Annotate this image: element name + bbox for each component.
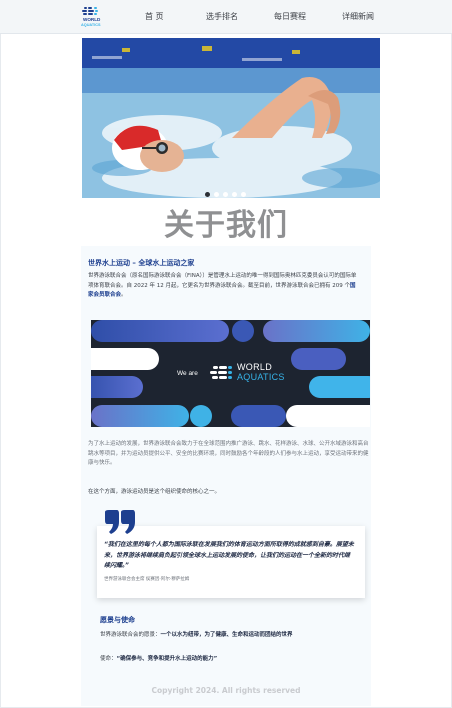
athletes-paragraph: 在这个方面，游泳运动员是这个组织使命的核心之一。 (88, 489, 221, 495)
mission-label: 使命： (100, 656, 117, 662)
mission-text: “确保参与、竞争和提升水上运动的能力” (116, 656, 218, 662)
about-intro-text: 世界游泳联合会（原名国际游泳联合会（FINA））是管理水上运动的唯一得到国际奥林… (88, 273, 357, 289)
swimmer-photo (82, 38, 380, 198)
nav-rankings[interactable]: 选手排名 (206, 11, 238, 22)
nav-home[interactable]: 首 页 (145, 11, 164, 22)
quote-author: 世界游泳联合会主席 侯赛因·阿尔·穆萨拉姆 (104, 577, 190, 582)
vision-section-title: 愿景与使命 (100, 616, 135, 624)
about-section-title: 世界水上运动 – 全球水上运动之家 (88, 259, 195, 267)
vision-text: 一个以水为纽带，为了健康、生命和运动而团结的世界 (160, 632, 293, 638)
we-are-world-aquatics-banner: We are WORLD AQUATICS (91, 320, 370, 427)
carousel-dot-1[interactable] (205, 192, 210, 197)
hero-carousel-image[interactable] (82, 38, 380, 198)
logo-word-aquatics: AQUATICS (81, 23, 101, 27)
nav-news[interactable]: 详细新闻 (342, 11, 374, 22)
carousel-dot-2[interactable] (214, 192, 219, 197)
quote-icon (105, 510, 135, 534)
mission-statement: 使命：“确保参与、竞争和提升水上运动的能力” (100, 655, 370, 665)
banner-graphic (91, 320, 370, 427)
nav-schedule[interactable]: 每日赛程 (274, 11, 306, 22)
carousel-dot-5[interactable] (241, 192, 246, 197)
world-aquatics-logo[interactable]: WORLD AQUATICS (80, 4, 112, 30)
about-intro-end: 。 (121, 292, 127, 298)
top-nav: WORLD AQUATICS 首 页 选手排名 每日赛程 详细新闻 (0, 0, 452, 34)
logo-word-world: WORLD (83, 17, 101, 22)
page-title: 关于我们 (164, 208, 288, 243)
banner-we-are: We are (177, 370, 198, 377)
banner-aquatics: AQUATICS (237, 372, 285, 382)
vision-paragraph: 世界游泳联合会的愿景：一个以水为纽带，为了健康、生命和运动而团结的世界 (100, 631, 370, 641)
vision-label: 世界游泳联合会的愿景： (100, 632, 161, 638)
mission-paragraph: 为了水上运动的发展，世界游泳联合会致力于在全球范围内推广游泳、跳水、花样游泳、水… (88, 441, 369, 466)
footer-copyright: Copyright 2024. All rights reserved (151, 686, 301, 695)
about-intro: 世界游泳联合会（原名国际游泳联合会（FINA））是管理水上运动的唯一得到国际奥林… (88, 272, 358, 301)
banner-world: WORLD (237, 362, 272, 372)
quote-text: “我们在这里的每个人都为国际泳联在发展我们的体育运动方面所取得的成就感到自豪。展… (104, 541, 354, 569)
carousel-dot-3[interactable] (223, 192, 228, 197)
carousel-dot-4[interactable] (232, 192, 237, 197)
carousel-dots (205, 192, 255, 198)
